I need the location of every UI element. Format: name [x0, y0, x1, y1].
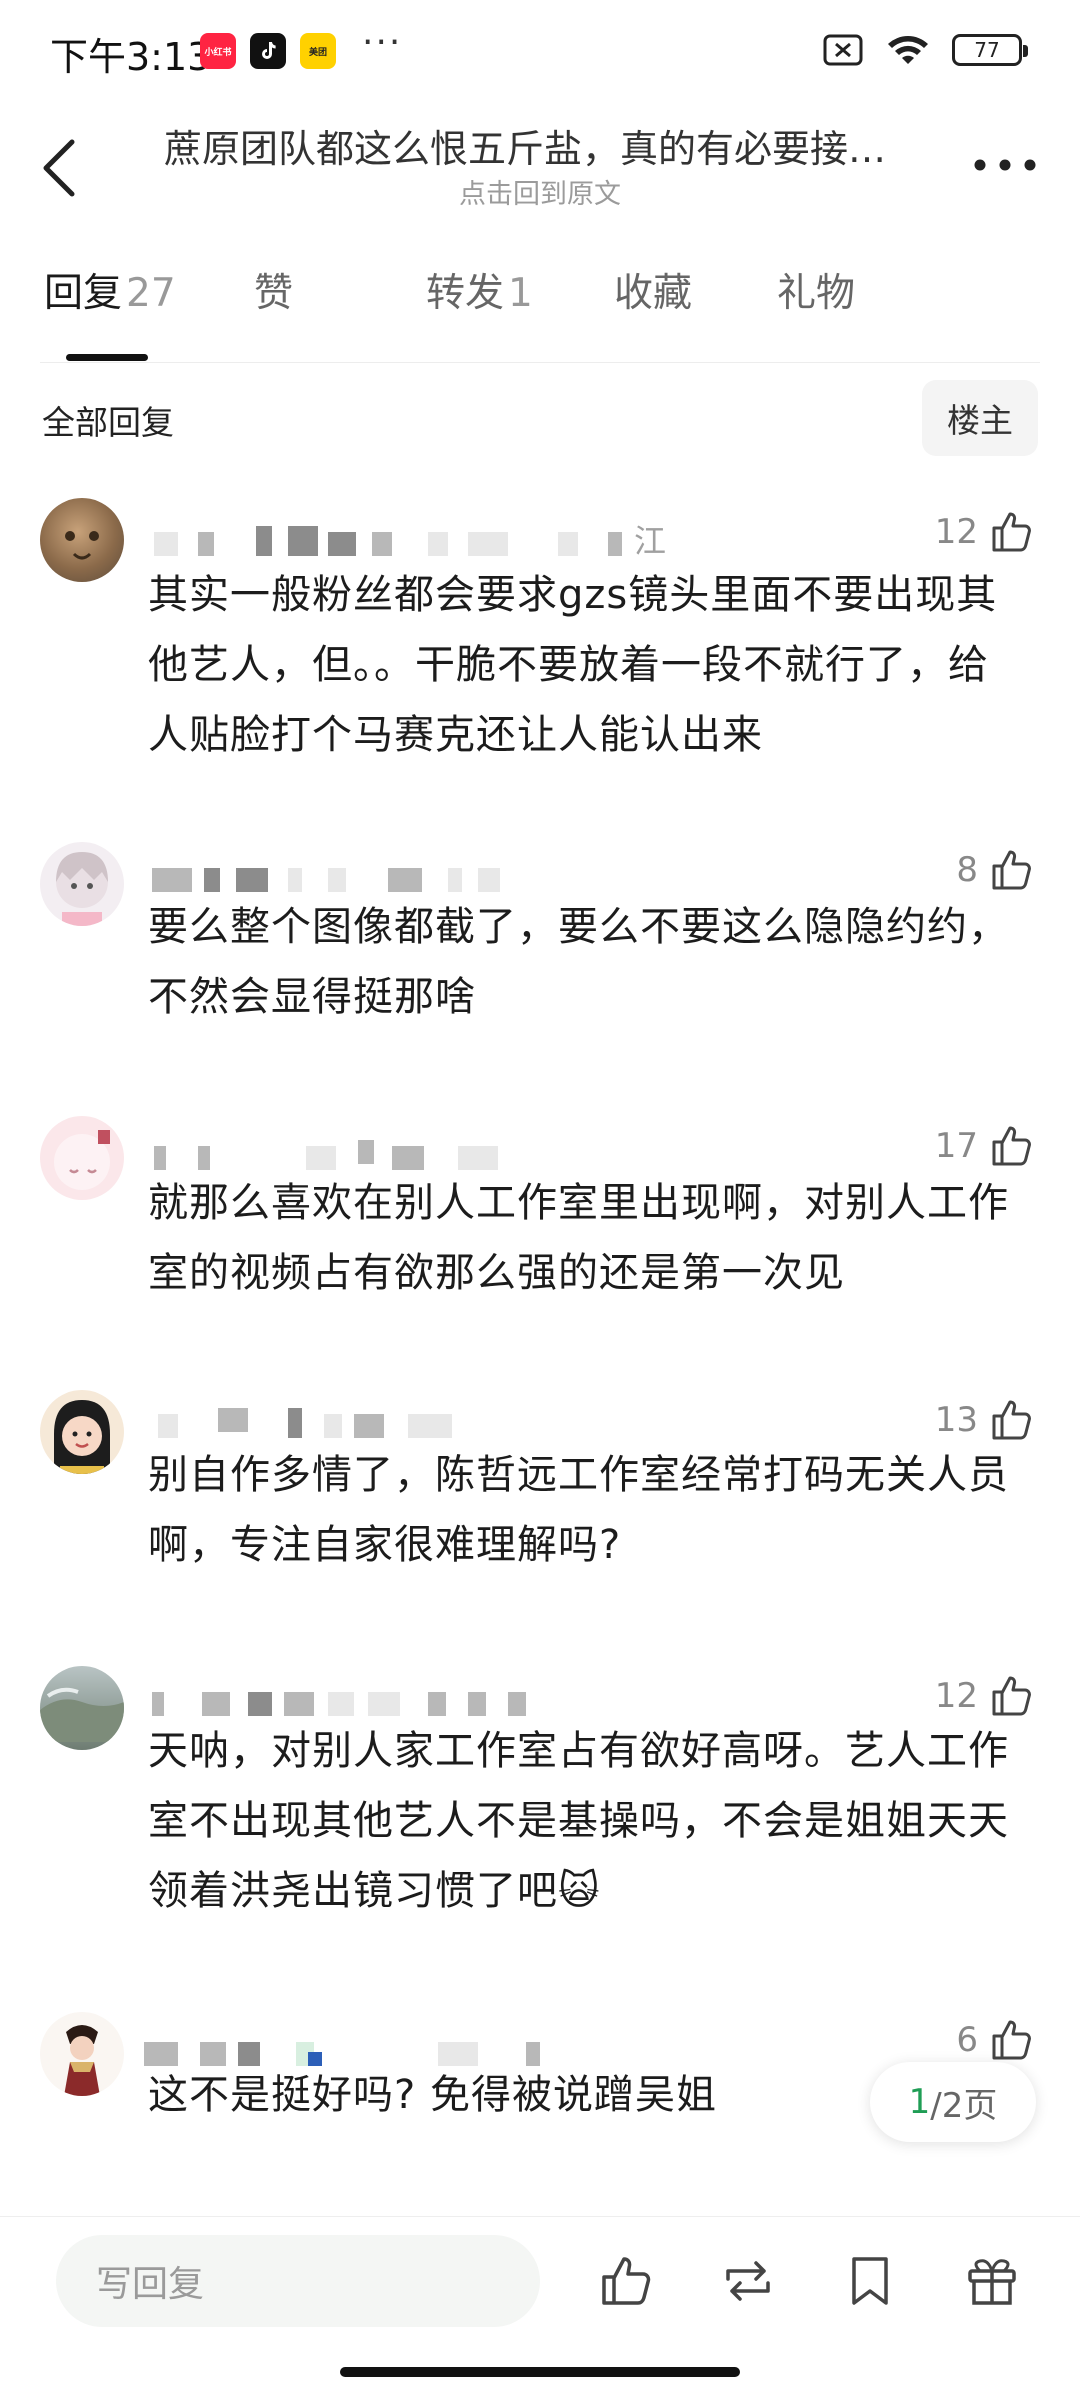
meituan-app-icon: 美团	[300, 33, 336, 69]
tab-reposts[interactable]: 转发 1	[426, 262, 614, 342]
username-blurred[interactable]	[148, 1686, 708, 1720]
thumbs-up-icon	[992, 1676, 1031, 1716]
douyin-app-icon	[250, 33, 286, 69]
back-arrow-icon[interactable]	[30, 128, 90, 208]
tab-replies[interactable]: 回复 27	[44, 262, 254, 342]
no-sim-icon	[823, 34, 863, 66]
status-bar: 下午3:13 小红书 美团 ··· 77	[0, 0, 1080, 100]
more-options-icon[interactable]	[970, 150, 1040, 180]
tab-bar: 回复 27 赞 转发 1 收藏 礼物	[44, 262, 855, 342]
header: 蔗原团队都这么恨五斤盐，真的有必要接… 点击回到原文	[0, 110, 1080, 220]
thumbs-up-icon[interactable]	[596, 2251, 656, 2311]
thumbs-up-icon	[992, 512, 1031, 552]
status-time: 下午3:13	[50, 35, 212, 79]
avatar[interactable]	[40, 2012, 124, 2096]
reply-input[interactable]: 写回复	[56, 2235, 540, 2327]
like-count: 12	[934, 1676, 978, 1716]
tab-gifts[interactable]: 礼物	[777, 262, 855, 342]
divider	[40, 362, 1040, 363]
more-notifications-icon: ···	[362, 22, 403, 63]
like-count: 6	[956, 2020, 978, 2060]
wifi-icon	[888, 36, 928, 64]
battery-indicator: 77	[952, 34, 1028, 66]
all-replies-label: 全部回复	[42, 403, 174, 442]
username-blurred[interactable]	[148, 1408, 708, 1442]
like-button[interactable]: 12	[935, 508, 1036, 556]
comment-text: 就那么喜欢在别人工作室里出现啊，对别人工作室的视频占有欲那么强的还是第一次见	[148, 1180, 1009, 1296]
bottom-action-bar: 写回复	[0, 2216, 1080, 2400]
repost-icon[interactable]	[718, 2251, 778, 2311]
like-button[interactable]: 6	[956, 2016, 1036, 2064]
comment-text: 其实一般粉丝都会要求gzs镜头里面不要出现其他艺人，但。。干脆不要放着一段不就行…	[148, 572, 998, 758]
like-button[interactable]: 12	[935, 1672, 1036, 1720]
thumbs-up-icon	[992, 2020, 1031, 2060]
tab-favorites[interactable]: 收藏	[614, 262, 777, 342]
like-button[interactable]: 8	[956, 846, 1036, 894]
avatar[interactable]	[40, 1666, 124, 1750]
post-title[interactable]: 蔗原团队都这么恨五斤盐，真的有必要接…	[130, 118, 920, 173]
thumbs-up-icon	[992, 850, 1031, 890]
username-blurred[interactable]	[148, 862, 708, 896]
back-to-original-link[interactable]: 点击回到原文	[130, 172, 950, 211]
thumbs-up-icon	[992, 1126, 1031, 1166]
bookmark-icon[interactable]	[840, 2251, 900, 2311]
avatar[interactable]	[40, 1116, 124, 1200]
thumbs-up-icon	[992, 1400, 1031, 1440]
active-tab-indicator	[66, 354, 148, 361]
current-page: 1	[908, 2082, 931, 2122]
like-button[interactable]: 17	[935, 1122, 1036, 1170]
op-only-button[interactable]: 楼主	[922, 380, 1038, 456]
like-count: 13	[934, 1400, 978, 1440]
avatar[interactable]	[40, 1390, 124, 1474]
tab-likes[interactable]: 赞	[254, 262, 426, 342]
page-indicator[interactable]: 1/2页	[870, 2062, 1036, 2142]
xiaohongshu-app-icon: 小红书	[200, 33, 236, 69]
like-count: 17	[934, 1126, 978, 1166]
like-count: 12	[934, 512, 978, 552]
like-count: 8	[956, 850, 978, 890]
username-blurred[interactable]	[148, 526, 708, 560]
avatar[interactable]	[40, 498, 124, 582]
gift-icon[interactable]	[962, 2251, 1022, 2311]
comment-text: 要么整个图像都截了，要么不要这么隐隐约约，不然会显得挺那啥	[148, 904, 1009, 1020]
comment-text: 天呐，对别人家工作室占有欲好高呀。艺人工作室不出现其他艺人不是基操吗，不会是姐姐…	[148, 1728, 1009, 1914]
home-indicator[interactable]	[340, 2367, 740, 2377]
comment-text: 别自作多情了，陈哲远工作室经常打码无关人员啊，专注自家很难理解吗?	[148, 1452, 1009, 1568]
like-button[interactable]: 13	[935, 1396, 1036, 1444]
location-text: 江	[634, 522, 667, 560]
avatar[interactable]	[40, 842, 124, 926]
total-pages: /2页	[930, 2085, 998, 2126]
